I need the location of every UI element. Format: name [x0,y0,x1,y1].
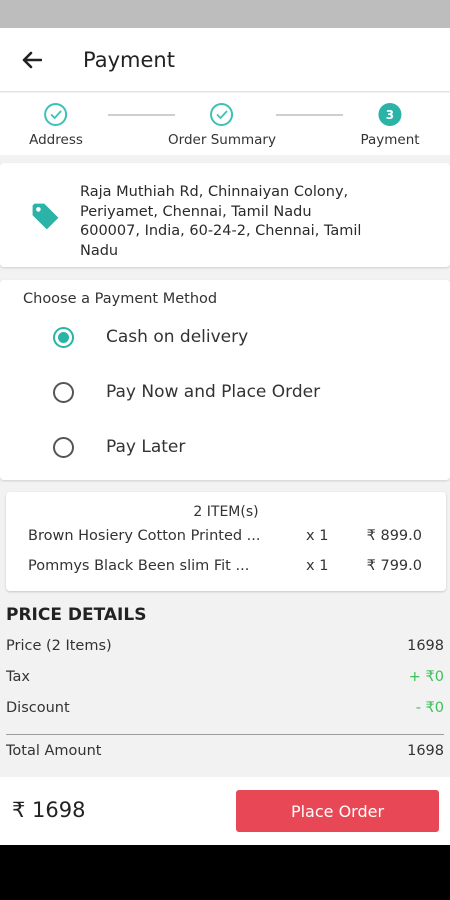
discount-label: Discount [6,700,70,716]
checkout-stepper: Address Order Summary 3 Payment [0,93,450,155]
item-price: ₹ 799.0 [366,558,422,574]
page-title: Payment [83,47,175,72]
tax-label: Tax [6,669,30,685]
price-row: Price (2 Items) 1698 [6,638,444,660]
payment-option-label: Pay Later [106,437,186,457]
address-card[interactable]: Raja Muthiah Rd, Chinnaiyan Colony, Peri… [0,163,450,267]
payment-option-label: Pay Now and Place Order [106,382,321,402]
list-item: Brown Hosiery Cotton Printed ... x 1 ₹ 8… [6,528,446,550]
step-order-summary: Order Summary [168,103,276,148]
payment-method-heading: Choose a Payment Method [23,291,218,307]
app-bar: Payment [0,28,450,92]
step-label: Order Summary [168,132,276,148]
list-item: Pommys Black Been slim Fit ... x 1 ₹ 799… [6,558,446,580]
step-label: Payment [360,132,420,148]
price-details: PRICE DETAILS Price (2 Items) 1698 Tax +… [0,597,450,775]
arrow-left-icon [22,51,42,68]
payment-option-label: Cash on delivery [106,327,249,347]
radio-unselected-icon[interactable] [53,436,74,458]
item-price: ₹ 899.0 [366,528,422,544]
discount-row: Discount - ₹0 [6,700,444,722]
delivery-address: Raja Muthiah Rd, Chinnaiyan Colony, Peri… [80,183,430,261]
payment-option-pay-later[interactable]: Pay Later [0,425,450,469]
payment-option-cod[interactable]: Cash on delivery [0,315,450,359]
checkout-footer: ₹ 1698 Place Order [0,777,450,845]
item-name: Brown Hosiery Cotton Printed ... [28,528,261,544]
payment-option-pay-now[interactable]: Pay Now and Place Order [0,370,450,414]
total-row: Total Amount 1698 [6,743,444,765]
step-number-badge: 3 [378,103,402,126]
system-nav-bar [0,845,450,900]
step-payment: 3 Payment [360,103,420,148]
back-button[interactable] [0,28,64,92]
place-order-button[interactable]: Place Order [236,790,439,832]
item-quantity: x 1 [306,558,329,574]
step-connector [276,114,343,116]
check-icon [210,103,234,126]
tax-row: Tax + ₹0 [6,669,444,691]
radio-selected-icon[interactable] [53,326,74,348]
price-label: Price (2 Items) [6,638,112,654]
step-connector [108,114,175,116]
item-quantity: x 1 [306,528,329,544]
divider [6,734,444,735]
address-line: Raja Muthiah Rd, Chinnaiyan Colony, [80,184,349,200]
discount-value: - ₹0 [415,700,444,716]
address-line: Periyamet, Chennai, Tamil Nadu [80,203,312,220]
tax-value: + ₹0 [408,669,444,685]
step-address: Address [29,103,83,148]
items-count: 2 ITEM(s) [193,504,259,520]
address-line: Nadu [80,242,119,259]
order-items-card: 2 ITEM(s) Brown Hosiery Cotton Printed .… [6,492,446,591]
price-value: 1698 [407,638,444,654]
step-label: Address [29,132,83,148]
address-line: 600007, India, 60-24-2, Chennai, Tamil [80,223,362,239]
total-value: 1698 [407,743,444,759]
check-icon [44,103,68,126]
footer-total-amount: ₹ 1698 [12,798,86,822]
status-bar [0,0,450,28]
price-details-heading: PRICE DETAILS [6,605,147,625]
tag-icon [32,203,59,230]
payment-method-card: Choose a Payment Method Cash on delivery… [0,280,450,480]
item-name: Pommys Black Been slim Fit ... [28,558,250,574]
radio-unselected-icon[interactable] [53,381,74,403]
total-label: Total Amount [6,743,102,759]
